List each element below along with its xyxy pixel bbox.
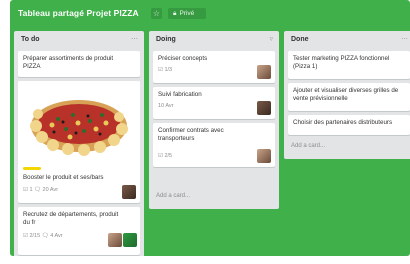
card-text: Préparer assortiments de produit PIZZA bbox=[23, 55, 114, 70]
list-menu-icon[interactable]: ⋯ bbox=[401, 35, 408, 43]
card[interactable]: Recrutez de départements, produit du fr … bbox=[18, 207, 140, 255]
card-label-yellow bbox=[23, 167, 41, 170]
list-title[interactable]: Doing bbox=[156, 36, 176, 43]
card-text: Confirmer contrats avec transporteurs bbox=[158, 127, 224, 142]
list-menu-icon[interactable]: ⋯ bbox=[131, 35, 138, 43]
card-text: Tester marketing PIZZA fonctionnel (Pizz… bbox=[293, 55, 390, 70]
card-meta: ☑ 2/5 bbox=[158, 153, 173, 159]
list-header: Doing ▿ bbox=[149, 31, 279, 48]
list-doing: Doing ▿ Préciser concepts ☑ 1/3 Suivi fa… bbox=[149, 31, 279, 209]
card[interactable]: Ajouter et visualiser diverses grilles d… bbox=[288, 83, 410, 111]
card-meta: ☑ 1 🗨 20 Avr bbox=[23, 187, 59, 193]
card-text: Suivi fabrication bbox=[158, 91, 202, 98]
list-menu-icon[interactable]: ▿ bbox=[269, 35, 273, 43]
member-avatar[interactable] bbox=[108, 233, 122, 247]
privacy-button[interactable]: 🔒︎ Privé bbox=[168, 8, 206, 19]
board: Tableau partagé Projet PIZZA ☆ 🔒︎ Privé T… bbox=[10, 0, 410, 256]
board-title[interactable]: Tableau partagé Projet PIZZA bbox=[18, 8, 139, 18]
board-header: Tableau partagé Projet PIZZA ☆ 🔒︎ Privé bbox=[10, 0, 410, 28]
card[interactable]: Préciser concepts ☑ 1/3 bbox=[153, 51, 275, 83]
card[interactable]: Suivi fabrication 10 Avr bbox=[153, 87, 275, 119]
add-card-link[interactable]: Add a card... bbox=[156, 193, 190, 199]
card-text: Choisir des partenaires distributeurs bbox=[293, 119, 393, 126]
pizza-image bbox=[18, 81, 140, 161]
card[interactable]: Choisir des partenaires distributeurs bbox=[288, 115, 410, 135]
privacy-label: Privé bbox=[179, 10, 195, 17]
member-avatar[interactable] bbox=[257, 149, 271, 163]
card-text: Booster le produit et ses/bars bbox=[23, 174, 104, 181]
list-done: Done ⋯ Tester marketing PIZZA fonctionne… bbox=[284, 31, 410, 159]
member-avatar[interactable] bbox=[122, 185, 136, 199]
card[interactable]: Tester marketing PIZZA fonctionnel (Pizz… bbox=[288, 51, 410, 79]
card[interactable]: Confirmer contrats avec transporteurs ☑ … bbox=[153, 123, 275, 167]
star-icon[interactable]: ☆ bbox=[151, 8, 162, 19]
member-avatar[interactable] bbox=[257, 65, 271, 79]
list-title[interactable]: Done bbox=[291, 36, 309, 43]
list-title[interactable]: To do bbox=[21, 36, 40, 43]
card-with-image[interactable]: Booster le produit et ses/bars ☑ 1 🗨 20 … bbox=[18, 81, 140, 203]
card-meta: ☑ 1/3 bbox=[158, 67, 173, 73]
add-card-link[interactable]: Add a card... bbox=[291, 143, 325, 149]
member-avatar[interactable] bbox=[257, 101, 271, 115]
member-avatar[interactable] bbox=[123, 233, 137, 247]
lock-icon: 🔒︎ bbox=[173, 10, 177, 17]
card-meta: 10 Avr bbox=[158, 103, 174, 109]
card-text: Ajouter et visualiser diverses grilles d… bbox=[293, 87, 399, 102]
list-header: To do ⋯ bbox=[14, 31, 144, 48]
list-header: Done ⋯ bbox=[284, 31, 410, 48]
card[interactable]: Préparer assortiments de produit PIZZA bbox=[18, 51, 140, 77]
card-text: Préciser concepts bbox=[158, 55, 208, 62]
list-to-do: To do ⋯ Préparer assortiments de produit… bbox=[14, 31, 144, 256]
card-meta: ☑ 2/15 🗨 4 Avr bbox=[23, 233, 63, 239]
card-text: Recrutez de départements, produit du fr bbox=[23, 211, 119, 226]
